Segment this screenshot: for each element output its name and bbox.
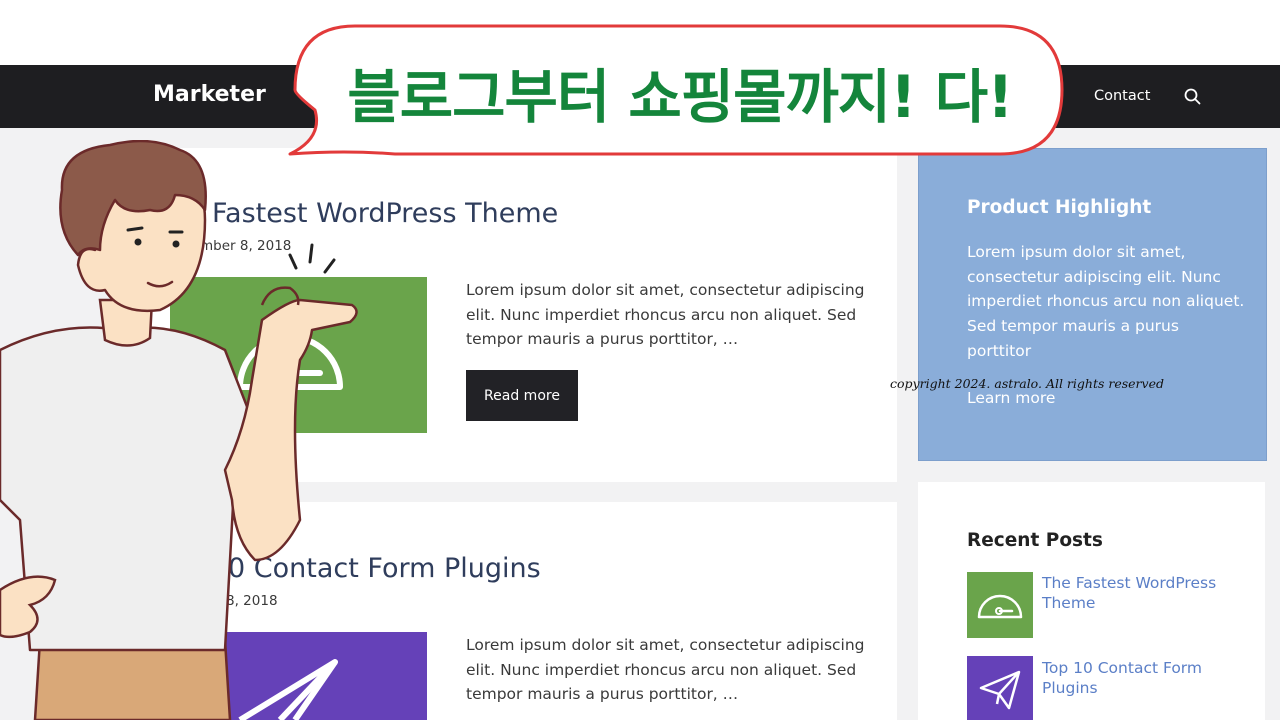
widget-title: Recent Posts [967, 530, 1103, 551]
recent-post-thumbnail[interactable] [967, 656, 1033, 720]
widget-text: Lorem ipsum dolor sit amet, consectetur … [967, 243, 1245, 360]
speedometer-icon [977, 594, 1023, 619]
learn-more-link[interactable]: Learn more [967, 389, 1055, 407]
read-more-button[interactable]: Read more [466, 370, 578, 421]
paper-plane-icon [979, 670, 1021, 710]
recent-post-link[interactable]: The Fastest WordPress Theme [1042, 573, 1242, 613]
character-illustration [0, 140, 358, 720]
post-excerpt: Lorem ipsum dolor sit amet, consectetur … [466, 636, 865, 703]
nav-item-contact[interactable]: Contact [1094, 88, 1150, 104]
search-icon[interactable] [1183, 87, 1203, 107]
copyright-watermark: copyright 2024. astralo. All rights rese… [890, 376, 1164, 391]
recent-post-link[interactable]: Top 10 Contact Form Plugins [1042, 658, 1242, 698]
recent-post-thumbnail[interactable] [967, 572, 1033, 638]
post-excerpt: Lorem ipsum dolor sit amet, consectetur … [466, 281, 865, 348]
site-logo[interactable]: Marketer [153, 82, 266, 107]
bubble-headline: 블로그부터 쇼핑몰까지! 다! [347, 63, 1013, 131]
widget-title: Product Highlight [967, 197, 1152, 218]
